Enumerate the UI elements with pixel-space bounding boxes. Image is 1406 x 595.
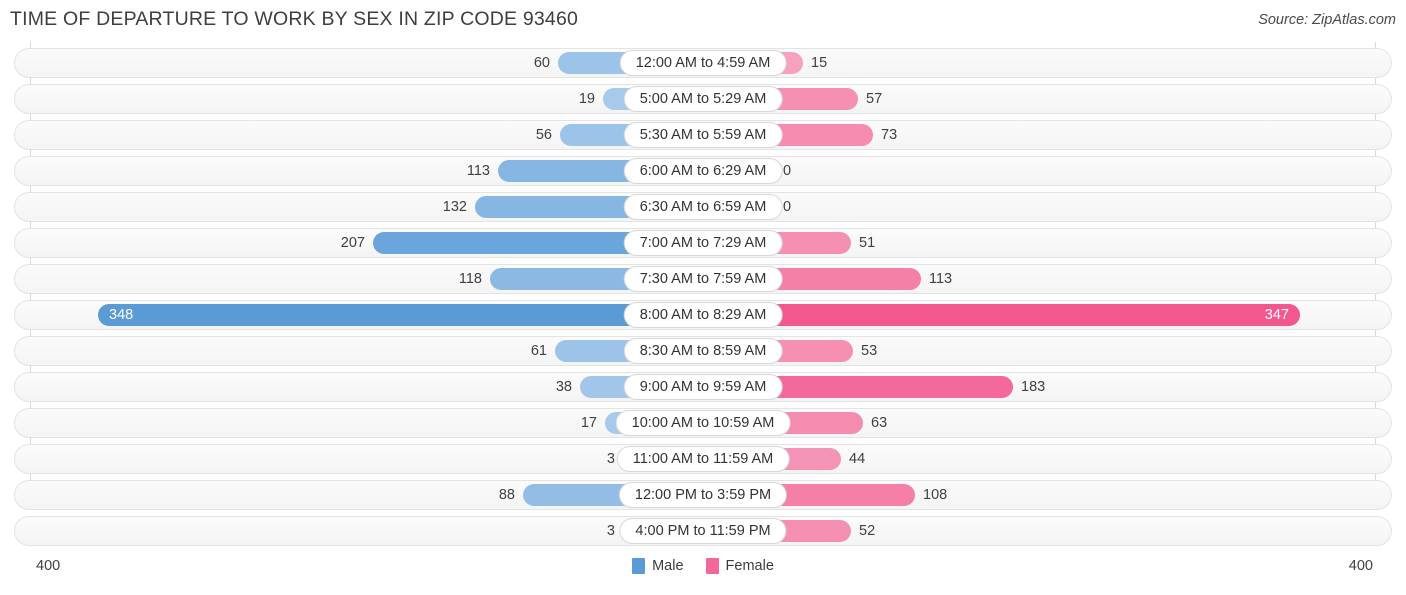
chart-plot-area: 60 15 12:00 AM to 4:59 AM 19 57 5:00 AM to 5:… <box>0 42 1406 552</box>
chart-header: TIME OF DEPARTURE TO WORK BY SEX IN ZIP … <box>0 0 1406 42</box>
category-label: 8:30 AM to 8:59 AM <box>623 338 783 364</box>
category-label: 5:30 AM to 5:59 AM <box>623 122 783 148</box>
value-label-female: 63 <box>871 415 888 431</box>
legend-label: Female <box>725 558 774 574</box>
table-row[interactable]: 60 15 12:00 AM to 4:59 AM <box>0 48 1406 78</box>
legend-swatch-icon <box>632 558 646 574</box>
legend-swatch-icon <box>705 558 719 574</box>
table-row[interactable]: 118 113 7:30 AM to 7:59 AM <box>0 264 1406 294</box>
bar-male[interactable] <box>98 304 703 326</box>
category-label: 7:30 AM to 7:59 AM <box>623 266 783 292</box>
table-row[interactable]: 3 44 11:00 AM to 11:59 AM <box>0 444 1406 474</box>
category-label: 9:00 AM to 9:59 AM <box>623 374 783 400</box>
category-label: 12:00 AM to 4:59 AM <box>619 50 787 76</box>
category-label: 10:00 AM to 10:59 AM <box>615 410 791 436</box>
value-label-male: 3 <box>606 523 615 539</box>
value-label-male: 56 <box>535 127 552 143</box>
value-label-male: 113 <box>466 163 490 179</box>
category-label: 11:00 AM to 11:59 AM <box>616 446 790 472</box>
source-attribution: Source: ZipAtlas.com <box>1258 12 1396 28</box>
table-row[interactable]: 17 63 10:00 AM to 10:59 AM <box>0 408 1406 438</box>
bar-female[interactable] <box>703 304 1300 326</box>
table-row[interactable]: 348 347 8:00 AM to 8:29 AM <box>0 300 1406 330</box>
value-label-male: 88 <box>498 487 515 503</box>
chart-footer: 400 400 Male Female <box>0 552 1406 595</box>
value-label-female: 73 <box>881 127 898 143</box>
value-label-female: 0 <box>783 163 792 179</box>
bar-rows: 60 15 12:00 AM to 4:59 AM 19 57 5:00 AM to 5:… <box>0 48 1406 552</box>
category-label: 8:00 AM to 8:29 AM <box>623 302 783 328</box>
value-label-male: 3 <box>606 451 615 467</box>
value-label-male: 38 <box>555 379 572 395</box>
value-label-female: 44 <box>849 451 866 467</box>
value-label-male: 207 <box>340 235 365 251</box>
table-row[interactable]: 88 108 12:00 PM to 3:59 PM <box>0 480 1406 510</box>
category-label: 12:00 PM to 3:59 PM <box>618 482 788 508</box>
table-row[interactable]: 132 0 6:30 AM to 6:59 AM <box>0 192 1406 222</box>
table-row[interactable]: 61 53 8:30 AM to 8:59 AM <box>0 336 1406 366</box>
value-label-female: 57 <box>866 91 883 107</box>
value-label-male: 348 <box>109 307 134 323</box>
value-label-female: 15 <box>811 55 828 71</box>
value-label-female: 0 <box>783 199 792 215</box>
page-title: TIME OF DEPARTURE TO WORK BY SEX IN ZIP … <box>10 8 579 30</box>
value-label-female: 183 <box>1021 379 1046 395</box>
category-label: 6:00 AM to 6:29 AM <box>623 158 783 184</box>
category-label: 5:00 AM to 5:29 AM <box>623 86 783 112</box>
table-row[interactable]: 113 0 6:00 AM to 6:29 AM <box>0 156 1406 186</box>
legend-item-female[interactable]: Female <box>705 558 774 574</box>
category-label: 6:30 AM to 6:59 AM <box>623 194 783 220</box>
table-row[interactable]: 19 57 5:00 AM to 5:29 AM <box>0 84 1406 114</box>
value-label-male: 17 <box>580 415 597 431</box>
table-row[interactable]: 56 73 5:30 AM to 5:59 AM <box>0 120 1406 150</box>
value-label-female: 113 <box>929 271 953 287</box>
value-label-male: 61 <box>530 343 547 359</box>
category-label: 4:00 PM to 11:59 PM <box>619 518 787 544</box>
value-label-male: 19 <box>578 91 595 107</box>
table-row[interactable]: 38 183 9:00 AM to 9:59 AM <box>0 372 1406 402</box>
table-row[interactable]: 3 52 4:00 PM to 11:59 PM <box>0 516 1406 546</box>
value-label-female: 51 <box>859 235 876 251</box>
table-row[interactable]: 207 51 7:00 AM to 7:29 AM <box>0 228 1406 258</box>
chart-legend: Male Female <box>0 558 1406 574</box>
value-label-male: 132 <box>442 199 467 215</box>
value-label-male: 118 <box>458 271 482 287</box>
value-label-female: 347 <box>1264 307 1289 323</box>
value-label-female: 53 <box>861 343 878 359</box>
value-label-female: 52 <box>859 523 876 539</box>
value-label-female: 108 <box>923 487 948 503</box>
legend-item-male[interactable]: Male <box>632 558 684 574</box>
category-label: 7:00 AM to 7:29 AM <box>623 230 783 256</box>
legend-label: Male <box>652 558 684 574</box>
value-label-male: 60 <box>533 55 550 71</box>
